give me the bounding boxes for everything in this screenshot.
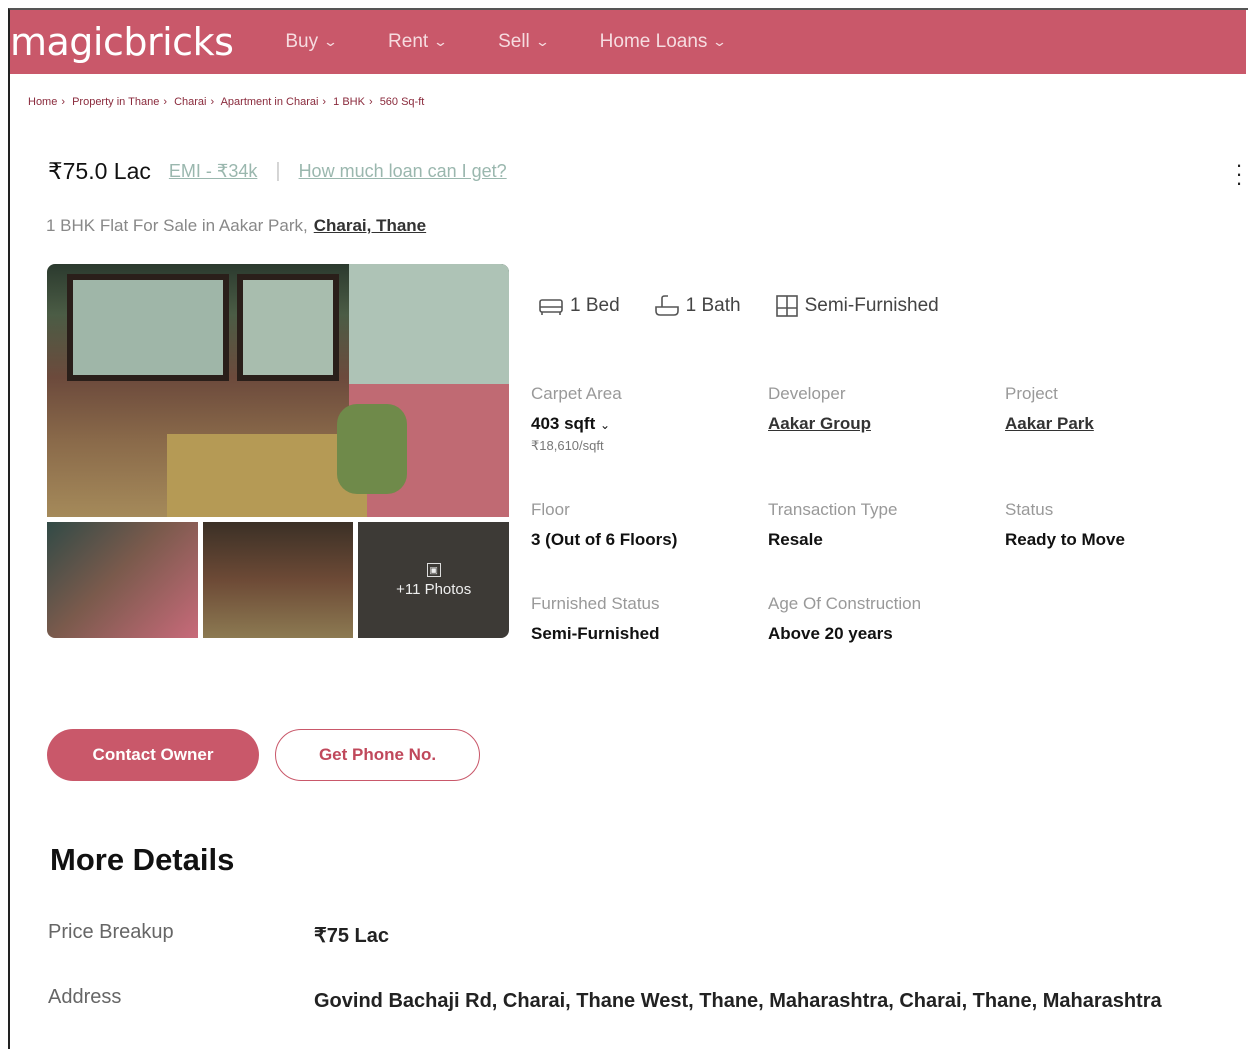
main-property-photo[interactable] <box>47 264 509 517</box>
amenity-furnishing: Semi-Furnished <box>775 294 939 318</box>
spec-value: Semi-Furnished <box>531 624 660 643</box>
photo-gallery: ▣ +11 Photos <box>47 264 510 638</box>
chevron-down-icon: ⌄ <box>432 34 449 49</box>
detail-value: Govind Bachaji Rd, Charai, Thane West, T… <box>314 990 1162 1012</box>
furnishing-icon <box>775 295 798 317</box>
listing-subtitle-text: 1 BHK Flat For Sale in Aakar Park, <box>46 216 308 235</box>
gallery-icon: ▣ <box>426 562 441 577</box>
spec-developer: Developer Aakar Group <box>768 384 871 434</box>
more-options-icon[interactable]: · · · <box>1234 154 1244 194</box>
listing-location-link[interactable]: Charai, Thane <box>314 216 426 235</box>
address-row: Address Govind Bachaji Rd, Charai, Thane… <box>48 986 1228 1016</box>
chevron-down-icon: ⌄ <box>322 34 339 49</box>
amenity-bath-label: 1 Bath <box>685 295 741 316</box>
photo-thumbnails: ▣ +11 Photos <box>47 522 510 638</box>
chevron-down-icon: ⌄ <box>712 34 728 49</box>
price-separator: | <box>275 160 281 182</box>
nav-buy-label: Buy <box>285 31 319 52</box>
more-photos-thumbnail[interactable]: ▣ +11 Photos <box>358 522 510 638</box>
more-details-heading: More Details <box>50 842 235 877</box>
spec-value: Above 20 years <box>768 624 893 643</box>
more-photos-label: +11 Photos <box>396 580 472 598</box>
spec-value[interactable]: 403 sqft ⌄ <box>531 414 622 434</box>
spec-label: Age Of Construction <box>768 594 922 613</box>
photo-cloth-shape <box>337 404 407 494</box>
spec-status: Status Ready to Move <box>1005 500 1125 550</box>
bed-icon <box>539 299 563 315</box>
detail-label: Price Breakup <box>48 921 174 943</box>
get-phone-button[interactable]: Get Phone No. <box>275 729 480 781</box>
spec-value: 3 (Out of 6 Floors) <box>531 530 678 549</box>
spec-age-of-construction: Age Of Construction Above 20 years <box>768 594 921 644</box>
amenity-summary: 1 Bed 1 Bath Semi-Furnished <box>538 294 973 318</box>
spec-furnished-status: Furnished Status Semi-Furnished <box>531 594 660 644</box>
amenity-furnishing-label: Semi-Furnished <box>804 295 939 316</box>
breadcrumb-charai[interactable]: Charai <box>174 96 206 108</box>
spec-label: Floor <box>531 500 570 519</box>
spec-label: Furnished Status <box>531 594 660 613</box>
price-per-sqft: ₹18,610/sqft <box>531 438 604 453</box>
breadcrumb-sep-icon: › <box>163 96 167 108</box>
chevron-down-icon: ⌄ <box>534 34 550 49</box>
nav-rent-label: Rent <box>388 31 429 52</box>
project-link[interactable]: Aakar Park <box>1005 414 1094 434</box>
nav-home-loans-label: Home Loans <box>599 31 708 52</box>
spec-carpet-area: Carpet Area 403 sqft ⌄ ₹18,610/sqft <box>531 384 622 454</box>
spec-project: Project Aakar Park <box>1005 384 1094 434</box>
amenity-bed: 1 Bed <box>538 295 620 317</box>
amenity-bath: 1 Bath <box>654 295 741 317</box>
breadcrumb-home[interactable]: Home <box>28 96 57 108</box>
nav-sell-label: Sell <box>498 31 530 52</box>
spec-floor: Floor 3 (Out of 6 Floors) <box>531 500 677 550</box>
loan-eligibility-link[interactable]: How much loan can I get? <box>299 161 507 182</box>
spec-label: Transaction Type <box>768 500 898 519</box>
thumbnail-photo-2[interactable] <box>202 522 354 638</box>
spec-transaction-type: Transaction Type Resale <box>768 500 897 550</box>
breadcrumb-sep-icon: › <box>322 96 327 108</box>
contact-owner-button[interactable]: Contact Owner <box>47 729 259 781</box>
developer-link[interactable]: Aakar Group <box>768 414 871 434</box>
nav-sell[interactable]: Sell ⌄ <box>498 31 550 53</box>
main-nav: Buy ⌄ Rent ⌄ Sell ⌄ Home Loans ⌄ <box>285 31 777 53</box>
price-breakup-row: Price Breakup ₹75 Lac <box>48 921 1228 951</box>
photo-window-shape <box>67 274 229 381</box>
chevron-down-icon: ⌄ <box>599 418 611 432</box>
spec-label: Project <box>1005 384 1058 403</box>
nav-home-loans[interactable]: Home Loans ⌄ <box>599 31 728 53</box>
price-row: ₹75.0 Lac EMI - ₹34k | How much loan can… <box>48 158 507 185</box>
top-navbar: magicbricks Buy ⌄ Rent ⌄ Sell ⌄ Home Loans ⌄ <box>10 10 1246 74</box>
nav-rent[interactable]: Rent ⌄ <box>388 31 449 53</box>
carpet-area-value: 403 sqft <box>531 414 596 433</box>
breadcrumb-sqft: 560 Sq-ft <box>379 96 425 108</box>
spec-label: Developer <box>768 384 846 403</box>
listing-price: ₹75.0 Lac <box>48 158 151 184</box>
breadcrumb-apartment[interactable]: Apartment in Charai <box>221 96 319 108</box>
breadcrumb-sep-icon: › <box>210 96 215 108</box>
emi-link[interactable]: EMI - ₹34k <box>169 161 257 182</box>
amenity-bed-label: 1 Bed <box>570 295 620 316</box>
detail-label: Address <box>48 986 122 1008</box>
spec-label: Status <box>1005 500 1054 519</box>
listing-subtitle: 1 BHK Flat For Sale in Aakar Park, Charai… <box>46 216 426 236</box>
magicbricks-logo[interactable]: magicbricks <box>10 20 234 64</box>
breadcrumb-sep-icon: › <box>61 96 66 108</box>
bath-icon <box>654 295 679 316</box>
breadcrumb: Home › Property in Thane › Charai › Apartme… <box>28 96 428 108</box>
nav-buy[interactable]: Buy ⌄ <box>285 31 339 53</box>
breadcrumb-sep-icon: › <box>368 96 373 108</box>
spec-value: Resale <box>768 530 823 549</box>
detail-value: ₹75 Lac <box>314 925 389 947</box>
photo-window-shape <box>237 274 339 381</box>
breadcrumb-property-in-thane[interactable]: Property in Thane <box>72 96 159 108</box>
spec-value: Ready to Move <box>1005 530 1125 549</box>
spec-label: Carpet Area <box>531 384 622 403</box>
breadcrumb-bhk[interactable]: 1 BHK <box>333 96 365 108</box>
thumbnail-photo-1[interactable] <box>47 522 198 638</box>
